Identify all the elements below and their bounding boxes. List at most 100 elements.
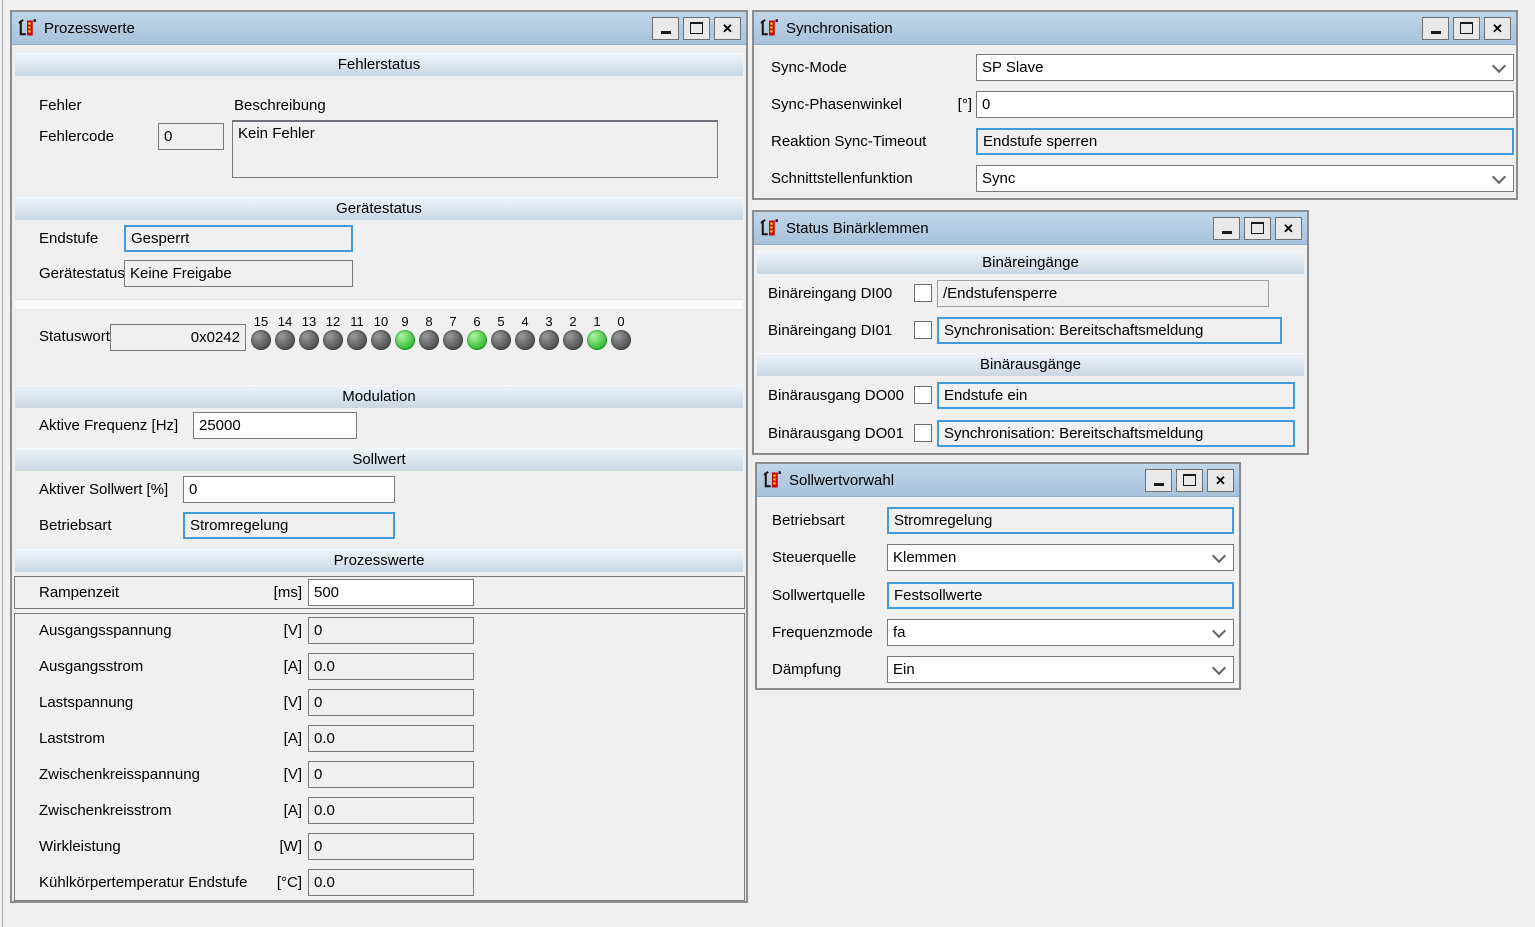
minimize-icon	[1221, 230, 1232, 234]
maximize-icon	[1460, 22, 1473, 34]
led-off-icon	[491, 330, 511, 350]
rampenzeit-input[interactable]: 500	[308, 579, 474, 606]
sync-mode-dropdown[interactable]: SP Slave	[976, 54, 1514, 81]
prozesswert-label: Zwischenkreisspannung	[39, 766, 200, 783]
prozesswert-value-field: 0.0	[308, 797, 474, 824]
close-button[interactable]	[1275, 216, 1302, 240]
fehlercode-label: Fehlercode	[39, 128, 115, 145]
binaerausgang-do01-checkbox[interactable]	[914, 424, 932, 442]
frequenzmode-dropdown[interactable]: fa	[887, 619, 1234, 646]
binaerausgang-do00-field: Endstufe ein	[937, 382, 1295, 409]
minimize-button[interactable]	[1213, 216, 1240, 240]
binaereingang-di00-label: Binäreingang DI00	[768, 285, 893, 302]
sollwertquelle-label: Sollwertquelle	[772, 587, 866, 604]
daempfung-dropdown[interactable]: Ein	[887, 656, 1234, 683]
statuswort-label: Statuswort	[39, 328, 110, 345]
prozesswert-label: Wirkleistung	[39, 838, 121, 855]
close-button[interactable]	[714, 16, 741, 40]
prozesswert-value-field: 0	[308, 617, 474, 644]
section-header-geraetestatus: Gerätestatus	[15, 197, 743, 220]
aktiver-sollwert-label: Aktiver Sollwert [%]	[39, 481, 169, 498]
window-title: Prozesswerte	[44, 19, 135, 37]
steuerquelle-dropdown[interactable]: Klemmen	[887, 544, 1234, 571]
binaereingang-di00-checkbox[interactable]	[914, 284, 932, 302]
binaereingang-di01-field: Synchronisation: Bereitschaftsmeldung	[937, 317, 1282, 344]
close-icon	[1215, 474, 1226, 487]
prozesswert-unit: [A]	[283, 802, 302, 819]
maximize-button[interactable]	[1176, 468, 1203, 492]
close-button[interactable]	[1207, 468, 1234, 492]
prozesswerte-titlebar[interactable]: Prozesswerte	[12, 12, 746, 45]
endstufe-label: Endstufe	[39, 230, 99, 247]
binaerausgang-do01-label: Binärausgang DO01	[768, 425, 904, 442]
schnittstellenfunktion-dropdown[interactable]: Sync	[976, 165, 1514, 192]
sync-phasenwinkel-label: Sync-Phasenwinkel	[771, 96, 902, 113]
led-off-icon	[443, 330, 463, 350]
window-title: Status Binärklemmen	[786, 219, 929, 237]
statusword-led-bit-0: 0	[609, 315, 633, 350]
prozesswert-value-field: 0.0	[308, 869, 474, 896]
led-off-icon	[251, 330, 271, 350]
window-title: Sollwertvorwahl	[789, 471, 895, 489]
binaereingang-di01-checkbox[interactable]	[914, 321, 932, 339]
frequenzmode-value: fa	[893, 624, 906, 641]
prozesswert-value-field: 0	[308, 689, 474, 716]
minimize-button[interactable]	[652, 16, 679, 40]
statusword-led-strip: 15 14 13 12 11 10 9 8 7 6 5 4 3 2 1 0	[249, 315, 633, 350]
statusword-led-bit-11: 11	[345, 315, 369, 350]
maximize-icon	[1251, 222, 1264, 234]
minimize-icon	[1430, 30, 1441, 34]
aktiver-sollwert-field[interactable]: 0	[183, 476, 395, 503]
binaereingang-di01-label: Binäreingang DI01	[768, 322, 893, 339]
sync-phasenwinkel-input[interactable]: 0	[976, 91, 1514, 118]
prozesswert-unit: [A]	[283, 658, 302, 675]
statusword-led-bit-13: 13	[297, 315, 321, 350]
prozesswert-unit: [V]	[283, 766, 302, 783]
section-header-binaerausgaenge: Binärausgänge	[757, 353, 1304, 376]
chevron-down-icon	[1211, 660, 1227, 675]
led-off-icon	[611, 330, 631, 350]
schnittstellenfunktion-label: Schnittstellenfunktion	[771, 170, 913, 187]
steuerquelle-label: Steuerquelle	[772, 549, 857, 566]
reaktion-sync-timeout-label: Reaktion Sync-Timeout	[771, 133, 927, 150]
app-logo-icon	[759, 18, 779, 38]
statusword-led-bit-8: 8	[417, 315, 441, 350]
section-header-modulation: Modulation	[15, 385, 743, 408]
statusword-led-bit-1: 1	[585, 315, 609, 350]
led-off-icon	[419, 330, 439, 350]
statusword-led-bit-9: 9	[393, 315, 417, 350]
close-icon	[722, 22, 733, 35]
prozesswert-value-field: 0.0	[308, 725, 474, 752]
minimize-icon	[660, 30, 671, 34]
group-separator	[15, 299, 743, 310]
section-header-fehlerstatus: Fehlerstatus	[15, 53, 743, 76]
prozesswert-unit: [A]	[283, 730, 302, 747]
binaerausgang-do00-checkbox[interactable]	[914, 386, 932, 404]
prozesswert-value-field: 0	[308, 761, 474, 788]
betriebsart-label: Betriebsart	[39, 517, 112, 534]
sollwertvorwahl-titlebar[interactable]: Sollwertvorwahl	[757, 464, 1239, 497]
prozesswert-value-field: 0.0	[308, 653, 474, 680]
rampenzeit-unit: [ms]	[273, 584, 302, 601]
close-button[interactable]	[1484, 16, 1511, 40]
prozesswert-label: Lastspannung	[39, 694, 134, 711]
close-icon	[1492, 22, 1503, 35]
maximize-button[interactable]	[1244, 216, 1271, 240]
minimize-button[interactable]	[1145, 468, 1172, 492]
minimize-button[interactable]	[1422, 16, 1449, 40]
endstufe-status-field: Gesperrt	[124, 225, 353, 252]
sollwertvorwahl-window: Sollwertvorwahl Betriebsart Stromregelun…	[755, 462, 1241, 690]
prozesswert-value-field: 0	[308, 833, 474, 860]
maximize-button[interactable]	[1453, 16, 1480, 40]
led-on-icon	[467, 330, 487, 350]
synchronisation-titlebar[interactable]: Synchronisation	[754, 12, 1516, 45]
daempfung-label: Dämpfung	[772, 661, 842, 678]
statusword-led-bit-15: 15	[249, 315, 273, 350]
aktive-frequenz-input[interactable]: 25000	[193, 412, 357, 439]
binaerklemmen-titlebar[interactable]: Status Binärklemmen	[754, 212, 1307, 245]
app-logo-icon	[17, 18, 37, 38]
led-off-icon	[275, 330, 295, 350]
maximize-button[interactable]	[683, 16, 710, 40]
statusword-led-bit-7: 7	[441, 315, 465, 350]
fehler-label: Fehler	[39, 97, 82, 114]
